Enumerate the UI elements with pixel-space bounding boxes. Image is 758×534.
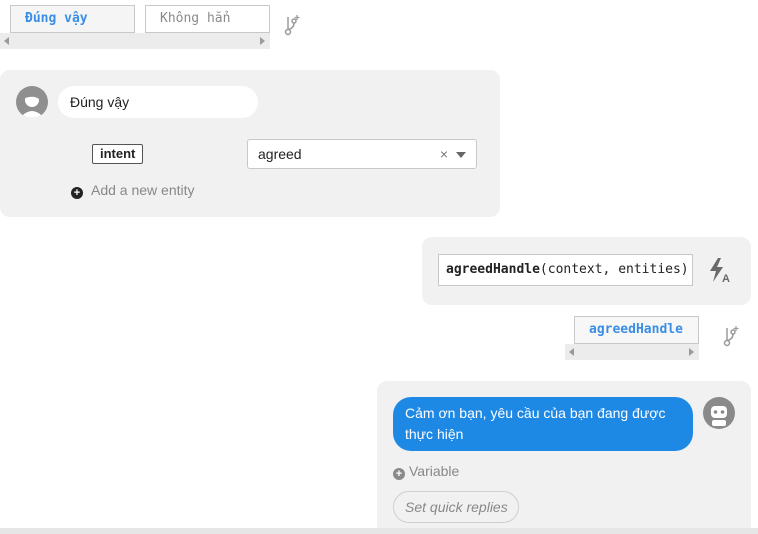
user-avatar — [16, 86, 48, 118]
plus-circle-icon: + — [393, 468, 405, 480]
bot-message-panel: Cảm ơn bạn, yêu cầu của bạn đang được th… — [377, 381, 751, 534]
handler-variant-chip[interactable]: agreedHandle — [574, 316, 699, 344]
handler-panel: agreedHandle(context, entities) A — [422, 237, 751, 305]
entity-value-select[interactable]: agreed × — [247, 139, 477, 169]
bot-message-bubble[interactable]: Cảm ơn bạn, yêu cầu của bạn đang được th… — [393, 397, 693, 451]
add-entity-button[interactable]: + Add a new entity — [71, 181, 195, 199]
entity-name-tag: intent — [92, 144, 144, 164]
handler-function-box[interactable]: agreedHandle(context, entities) — [438, 254, 693, 286]
entity-value-text: agreed — [258, 146, 302, 162]
scroll-right-arrow-icon[interactable] — [689, 348, 694, 356]
handler-function-args: (context, entities) — [539, 262, 689, 277]
handler-variant-scrollbar[interactable] — [565, 344, 699, 360]
variant-scrollbar[interactable] — [0, 33, 270, 49]
user-silhouette-icon — [20, 91, 44, 118]
add-variable-button[interactable]: + Variable — [393, 462, 459, 480]
svg-text:A: A — [722, 273, 730, 283]
horizontal-scrollbar[interactable] — [0, 528, 758, 534]
variant-chip-not-really[interactable]: Không hẳn — [145, 5, 270, 33]
user-message-bubble[interactable]: Đúng vậy — [58, 86, 258, 118]
add-entity-label: Add a new entity — [91, 182, 195, 198]
bot-avatar — [703, 397, 735, 429]
clear-icon[interactable]: × — [440, 140, 448, 168]
set-quick-replies-button[interactable]: Set quick replies — [393, 491, 519, 523]
lightning-a-icon[interactable]: A — [707, 257, 731, 283]
handler-function-name: agreedHandle — [446, 262, 540, 277]
robot-icon — [711, 406, 727, 426]
scroll-left-arrow-icon[interactable] — [4, 37, 9, 45]
scroll-left-arrow-icon[interactable] — [569, 348, 574, 356]
variable-label: Variable — [409, 463, 460, 479]
chevron-down-icon[interactable] — [456, 152, 466, 158]
branch-icon[interactable] — [722, 325, 740, 347]
variant-chip-agreed[interactable]: Đúng vậy — [10, 5, 135, 33]
branch-icon[interactable] — [283, 14, 301, 36]
scroll-right-arrow-icon[interactable] — [260, 37, 265, 45]
user-message-panel: Đúng vậy intent agreed × + Add a new enti… — [0, 70, 500, 217]
plus-circle-icon: + — [71, 187, 83, 199]
